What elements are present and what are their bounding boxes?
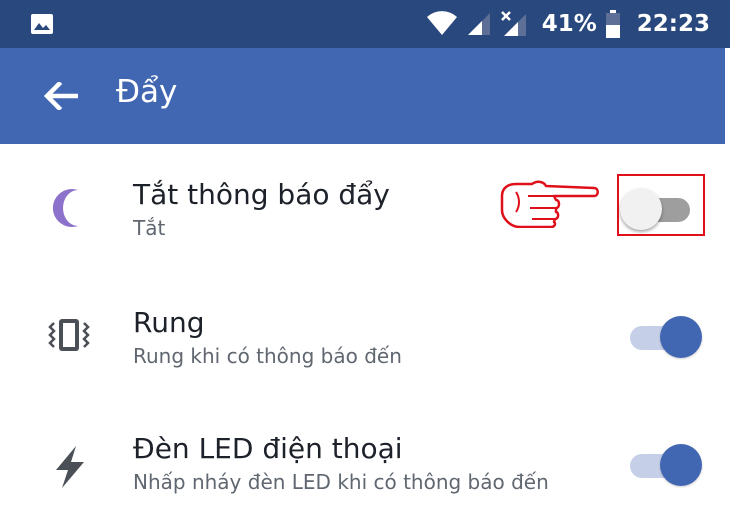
vibrate-toggle[interactable] <box>624 316 702 358</box>
moon-icon <box>52 189 78 227</box>
signal-icon <box>467 13 490 35</box>
led-toggle[interactable] <box>624 444 702 486</box>
toggle-knob <box>660 444 702 486</box>
clock: 22:23 <box>636 11 710 37</box>
image-icon <box>31 14 53 34</box>
toggle-knob <box>660 316 702 358</box>
setting-title: Tắt thông báo đẩy <box>133 178 390 211</box>
setting-subtitle: Nhấp nháy đèn LED khi có thông báo đến <box>133 470 549 494</box>
pointing-hand-icon <box>500 180 599 228</box>
battery-icon <box>605 10 620 38</box>
setting-title: Rung <box>133 306 205 339</box>
no-signal-icon <box>500 11 526 36</box>
bolt-icon <box>56 446 84 488</box>
setting-subtitle: Rung khi có thông báo đến <box>133 344 402 368</box>
page-title: Đẩy <box>116 74 178 110</box>
app-bar: Đẩy <box>0 48 725 144</box>
setting-vibrate[interactable]: Rung Rung khi có thông báo đến <box>0 292 730 392</box>
arrow-left-icon[interactable] <box>44 82 78 110</box>
battery-percent: 41% <box>541 11 597 37</box>
wifi-icon <box>426 11 457 36</box>
setting-subtitle: Tắt <box>133 216 166 240</box>
setting-title: Đèn LED điện thoại <box>133 432 403 465</box>
highlight-box <box>617 174 705 236</box>
setting-led[interactable]: Đèn LED điện thoại Nhấp nháy đèn LED khi… <box>0 420 730 520</box>
vibrate-icon <box>48 319 90 351</box>
status-bar: 41% 22:23 <box>0 0 730 48</box>
